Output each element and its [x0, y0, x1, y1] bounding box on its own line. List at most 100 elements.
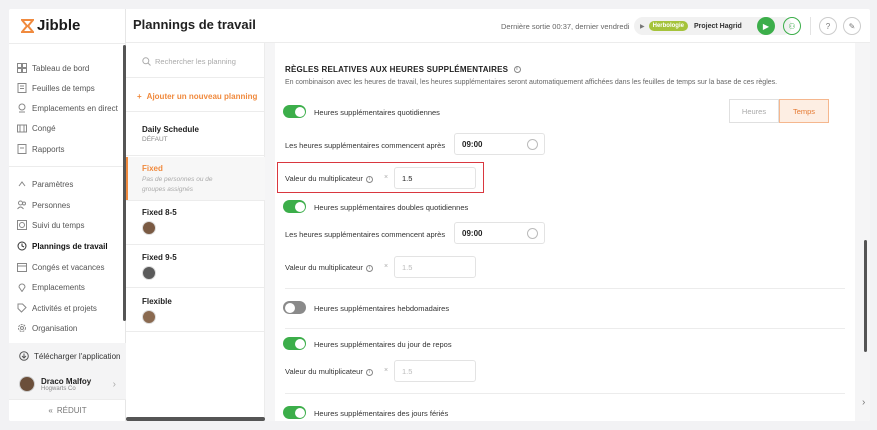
- help-button[interactable]: ?: [819, 17, 837, 35]
- double-chevron-left-icon: «: [48, 406, 53, 415]
- tag-icon: [17, 303, 27, 313]
- double-multiplier-input[interactable]: 1.5: [394, 256, 476, 278]
- sidebar-item-live-locations[interactable]: Emplacements en direct: [17, 101, 118, 115]
- avatar: [142, 266, 156, 280]
- plus-icon: +: [137, 92, 142, 101]
- sidebar-divider: [9, 166, 126, 167]
- section-divider: [285, 328, 845, 329]
- logo[interactable]: Jibble: [21, 17, 80, 34]
- sidebar-item-dashboard[interactable]: Tableau de bord: [17, 61, 89, 75]
- download-icon: [19, 351, 29, 361]
- daily-overtime-toggle[interactable]: [283, 105, 306, 118]
- info-icon[interactable]: i: [365, 264, 373, 272]
- list-item[interactable]: Fixed Pas de personnes ou de groupes ass…: [126, 157, 265, 200]
- overtime-rules-panel: RÈGLES RELATIVES AUX HEURES SUPPLÉMENTAI…: [275, 43, 855, 421]
- sidebar-item-label: Feuilles de temps: [32, 83, 95, 93]
- logo-text: Jibble: [37, 17, 81, 34]
- sidebar-item-organisation[interactable]: Organisation: [17, 321, 77, 335]
- edit-button[interactable]: ✎: [843, 17, 861, 35]
- daily-start-time-input[interactable]: 09:00: [454, 133, 545, 155]
- sidebar-item-label: Suivi du temps: [32, 220, 85, 230]
- user-menu[interactable]: Draco Malfoy Hogwarts Co ›: [9, 369, 126, 399]
- sidebar-item-activities[interactable]: Activités et projets: [17, 301, 97, 315]
- timesheet-icon: [17, 83, 27, 93]
- double-daily-overtime-label: Heures supplémentaires doubles quotidien…: [314, 203, 469, 212]
- sidebar-item-label: Personnes: [32, 200, 71, 210]
- download-app-button[interactable]: Télécharger l'application: [9, 343, 126, 369]
- list-item[interactable]: Fixed 9-5: [126, 253, 265, 280]
- double-start-time-input[interactable]: 09:00: [454, 222, 545, 244]
- schedule-title: Daily Schedule: [142, 125, 199, 134]
- daily-multiplier-input[interactable]: 1.5: [394, 167, 476, 189]
- weekly-overtime-toggle[interactable]: [283, 301, 306, 314]
- dashboard-icon: [17, 63, 27, 73]
- sidebar-item-reports[interactable]: Rapports: [17, 142, 64, 156]
- sidebar-item-holidays[interactable]: Congés et vacances: [17, 260, 105, 274]
- rest-day-overtime-toggle[interactable]: [283, 337, 306, 350]
- sidebar-item-leave[interactable]: Congé: [17, 121, 56, 135]
- user-clock-button[interactable]: ⚇: [783, 17, 801, 35]
- double-daily-overtime-toggle[interactable]: [283, 200, 306, 213]
- sidebar-item-settings[interactable]: Paramètres: [17, 177, 73, 191]
- search-icon: [142, 57, 151, 66]
- add-schedule-button[interactable]: + Ajouter un nouveau planning: [137, 92, 257, 101]
- search-placeholder: Rechercher les planning: [155, 57, 236, 66]
- schedule-subtitle: DÉFAUT: [142, 136, 168, 143]
- list-divider: [126, 244, 265, 245]
- sidebar-item-time-tracking[interactable]: Suivi du temps: [17, 218, 84, 232]
- list-horizontal-scrollbar[interactable]: [126, 417, 265, 421]
- chevron-right-icon[interactable]: ›: [862, 397, 865, 408]
- multiplier-label: Valeur du multiplicateur i: [285, 263, 373, 272]
- starts-after-label: Les heures supplémentaires commencent ap…: [285, 230, 446, 239]
- content-scrollbar[interactable]: [864, 240, 867, 352]
- info-icon[interactable]: i: [513, 66, 521, 74]
- multiplier-label: Valeur du multiplicateur i: [285, 367, 373, 376]
- sidebar-item-label: Organisation: [32, 323, 78, 333]
- app-window: Jibble Tableau de bord Feuilles de temps…: [9, 9, 870, 421]
- multiplier-label-text: Valeur du multiplicateur: [285, 174, 363, 183]
- info-icon[interactable]: i: [365, 175, 373, 183]
- list-divider: [126, 111, 265, 112]
- segment-time[interactable]: Temps: [779, 99, 829, 123]
- rest-multiplier-input[interactable]: 1.5: [394, 360, 476, 382]
- list-item[interactable]: Daily Schedule DÉFAUT: [126, 125, 265, 143]
- list-item[interactable]: Flexible: [126, 297, 265, 324]
- holiday-overtime-label: Heures supplémentaires des jours fériés: [314, 409, 449, 418]
- schedule-title: Fixed 8-5: [142, 208, 177, 217]
- sidebar-item-timesheets[interactable]: Feuilles de temps: [17, 81, 95, 95]
- daily-start-value: 09:00: [462, 140, 483, 149]
- holiday-overtime-toggle[interactable]: [283, 406, 306, 419]
- holiday-icon: [17, 263, 27, 272]
- last-clock-out: Dernière sortie 00:37, dernier vendredi: [501, 22, 630, 31]
- pin-icon: [18, 283, 26, 292]
- rest-day-overtime-label: Heures supplémentaires du jour de repos: [314, 340, 452, 349]
- multiplier-label-text: Valeur du multiplicateur: [285, 263, 363, 272]
- sidebar-divider: [9, 43, 126, 44]
- list-divider: [126, 77, 265, 78]
- page-title: Plannings de travail: [133, 17, 256, 32]
- schedule-title: Flexible: [142, 297, 172, 306]
- sidebar: Jibble Tableau de bord Feuilles de temps…: [9, 9, 126, 421]
- collapse-sidebar-button[interactable]: « RÉDUIT: [9, 399, 126, 421]
- people-icon: [17, 200, 26, 210]
- location-icon: [18, 103, 26, 113]
- clock-icon: [527, 228, 538, 239]
- weekly-overtime-label: Heures supplémentaires hebdomadaires: [314, 304, 450, 313]
- segment-hours[interactable]: Heures: [729, 99, 779, 123]
- list-item[interactable]: Fixed 8-5: [126, 208, 265, 235]
- info-icon[interactable]: i: [365, 368, 373, 376]
- sidebar-item-people[interactable]: Personnes: [17, 198, 70, 212]
- sidebar-item-label: Rapports: [32, 144, 65, 154]
- times-icon: ×: [384, 367, 389, 374]
- sidebar-item-locations[interactable]: Emplacements: [17, 280, 85, 294]
- section-title-text: RÈGLES RELATIVES AUX HEURES SUPPLÉMENTAI…: [285, 65, 509, 74]
- pencil-icon: ✎: [848, 21, 856, 31]
- user-org: Hogwarts Co: [41, 385, 76, 392]
- search-input[interactable]: Rechercher les planning: [142, 57, 236, 66]
- double-start-value: 09:00: [462, 229, 483, 238]
- sidebar-item-label: Congé: [32, 123, 56, 133]
- time-tracking-icon: [17, 220, 27, 230]
- multiplier-label-text: Valeur du multiplicateur: [285, 367, 363, 376]
- sidebar-item-work-schedules[interactable]: Plannings de travail: [17, 239, 108, 253]
- clock-in-button[interactable]: ▶: [757, 17, 775, 35]
